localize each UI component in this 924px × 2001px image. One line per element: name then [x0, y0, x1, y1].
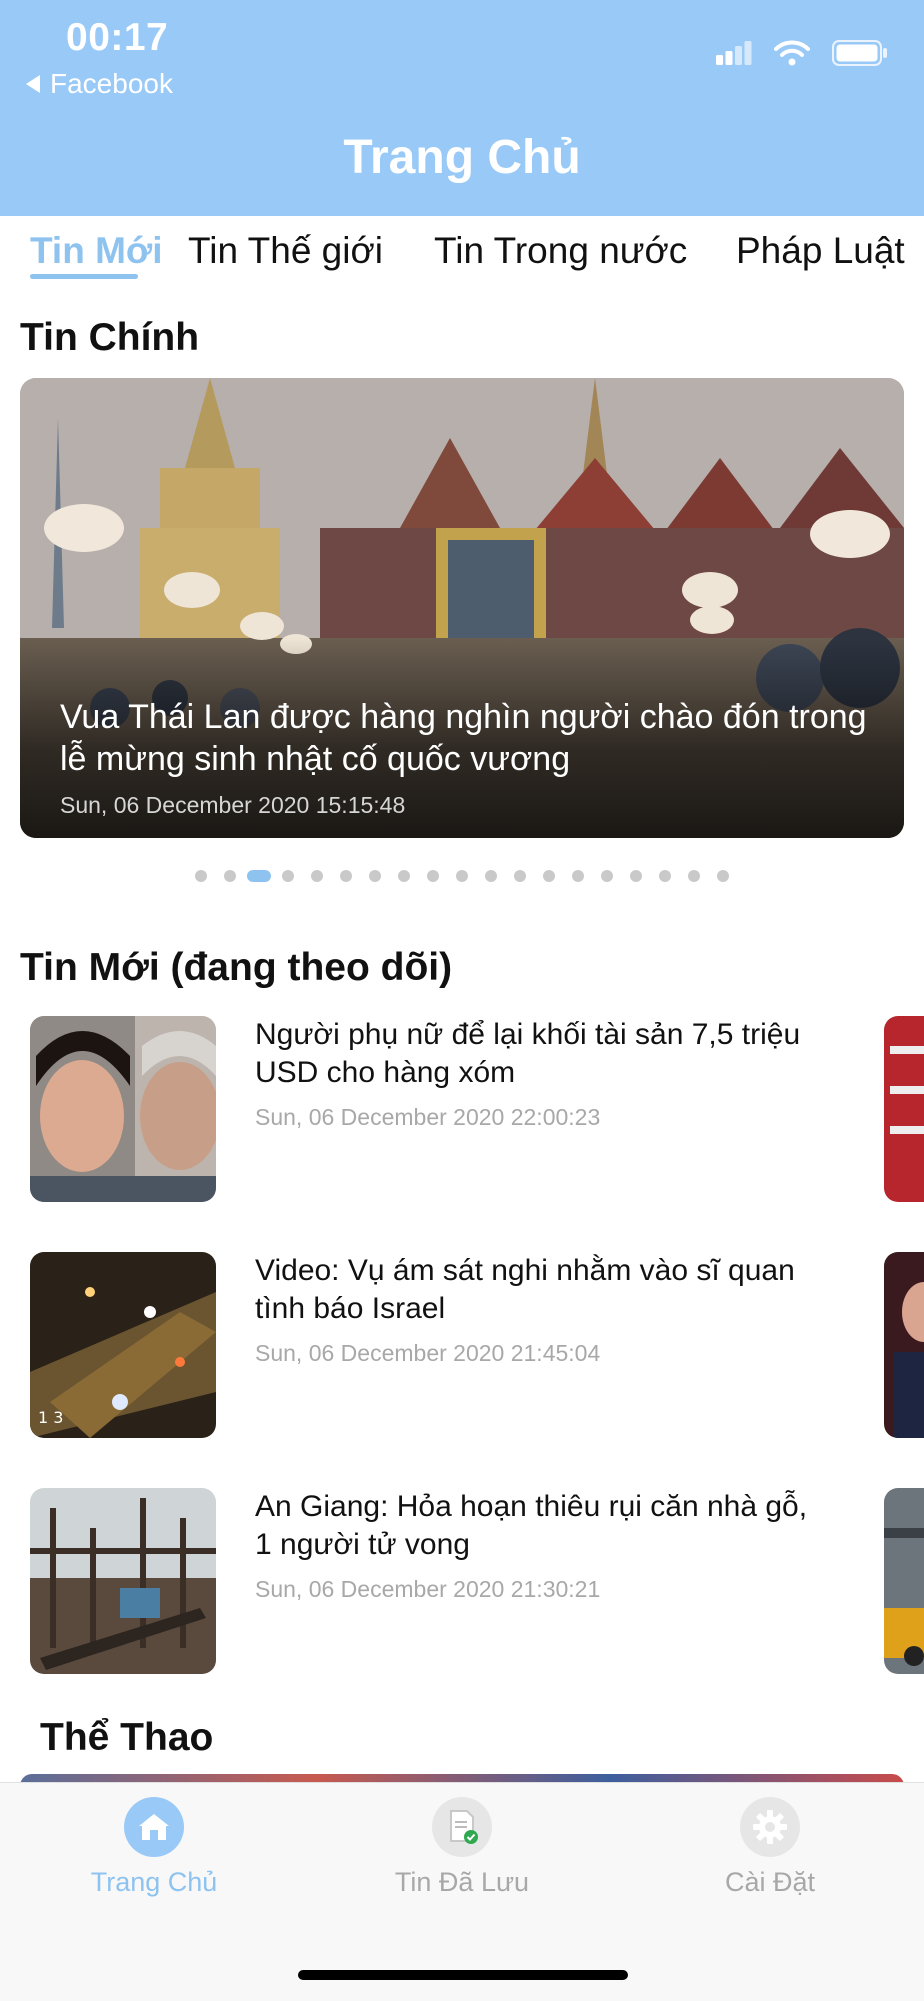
thumbnail-caption: 1 3: [38, 1408, 64, 1427]
featured-section-title: Tin Chính: [20, 316, 200, 359]
back-to-app-link[interactable]: Facebook: [26, 68, 173, 100]
featured-news-date: Sun, 06 December 2020 15:15:48: [60, 792, 406, 818]
side-news-thumbnail[interactable]: [884, 1252, 924, 1438]
gear-icon: [740, 1797, 800, 1857]
news-date: Sun, 06 December 2020 21:45:04: [255, 1340, 601, 1366]
category-tabs: Tin Mới Tin Thế giới Tin Trong nước Pháp…: [0, 216, 924, 284]
wifi-icon: [774, 40, 810, 66]
home-icon: [124, 1797, 184, 1857]
active-tab-indicator: [30, 274, 138, 279]
carousel-dot[interactable]: [369, 870, 381, 882]
carousel-dot[interactable]: [340, 870, 352, 882]
carousel-dot[interactable]: [485, 870, 497, 882]
tab-tin-the-gioi[interactable]: Tin Thế giới: [188, 230, 383, 272]
carousel-dot[interactable]: [282, 870, 294, 882]
status-time: 00:17: [66, 16, 169, 59]
news-list-item[interactable]: Người phụ nữ để lại khối tài sản 7,5 tri…: [30, 1016, 870, 1202]
sports-section-title: Thể Thao: [40, 1716, 214, 1759]
carousel-dot[interactable]: [601, 870, 613, 882]
carousel-dot[interactable]: [630, 870, 642, 882]
carousel-dot[interactable]: [398, 870, 410, 882]
news-thumbnail: [30, 1488, 216, 1674]
carousel-dot-active[interactable]: [247, 870, 271, 882]
following-section-title: Tin Mới (đang theo dõi): [20, 946, 453, 989]
news-list-item[interactable]: An Giang: Hỏa hoạn thiêu rụi căn nhà gỗ,…: [30, 1488, 870, 1674]
carousel-dot[interactable]: [572, 870, 584, 882]
carousel-pagination[interactable]: [0, 870, 924, 884]
tabbar-item-saved[interactable]: Tin Đã Lưu: [308, 1783, 616, 1943]
news-date: Sun, 06 December 2020 21:30:21: [255, 1576, 601, 1602]
tab-tin-moi[interactable]: Tin Mới: [30, 230, 163, 272]
saved-document-icon: [432, 1797, 492, 1857]
status-icons: [716, 40, 888, 66]
featured-news-title: Vua Thái Lan được hàng nghìn người chào …: [60, 698, 867, 778]
news-title: Video: Vụ ám sát nghi nhằm vào sĩ quan t…: [255, 1254, 795, 1325]
tab-tin-trong-nuoc[interactable]: Tin Trong nước: [434, 230, 687, 272]
tabbar-label: Tin Đã Lưu: [394, 1867, 530, 1897]
home-indicator: [298, 1970, 628, 1980]
carousel-dot[interactable]: [659, 870, 671, 882]
header-bar: 00:17 Facebook Trang Chủ: [0, 0, 924, 216]
news-thumbnail: [30, 1016, 216, 1202]
tabbar-label: Trang Chủ: [90, 1867, 218, 1897]
tabbar-label: Cài Đặt: [724, 1867, 816, 1897]
news-date: Sun, 06 December 2020 22:00:23: [255, 1104, 601, 1130]
side-news-thumbnail[interactable]: [884, 1488, 924, 1674]
carousel-dot[interactable]: [456, 870, 468, 882]
featured-news-card[interactable]: Vua Thái Lan được hàng nghìn người chào …: [20, 378, 904, 838]
news-title: An Giang: Hỏa hoạn thiêu rụi căn nhà gỗ,…: [255, 1490, 808, 1561]
news-list-item[interactable]: 1 3 Video: Vụ ám sát nghi nhằm vào sĩ qu…: [30, 1252, 870, 1438]
carousel-dot[interactable]: [688, 870, 700, 882]
bottom-tab-bar: Trang Chủ Tin Đã Lưu Cài Đặt: [0, 1782, 924, 2001]
tabbar-item-home[interactable]: Trang Chủ: [0, 1783, 308, 1943]
back-app-label: Facebook: [50, 68, 173, 99]
carousel-dot[interactable]: [717, 870, 729, 882]
carousel-dot[interactable]: [311, 870, 323, 882]
side-news-thumbnail[interactable]: [884, 1016, 924, 1202]
news-thumbnail: 1 3: [30, 1252, 216, 1438]
carousel-dot[interactable]: [514, 870, 526, 882]
tabbar-item-settings[interactable]: Cài Đặt: [616, 1783, 924, 1943]
battery-icon: [832, 40, 887, 66]
carousel-dot[interactable]: [224, 870, 236, 882]
signal-icon: [716, 41, 752, 65]
tab-phap-luat[interactable]: Pháp Luật: [736, 230, 905, 272]
back-triangle-icon: [26, 75, 40, 93]
carousel-dot[interactable]: [195, 870, 207, 882]
news-title: Người phụ nữ để lại khối tài sản 7,5 tri…: [255, 1018, 801, 1089]
carousel-dot[interactable]: [427, 870, 439, 882]
carousel-dot[interactable]: [543, 870, 555, 882]
page-title: Trang Chủ: [343, 131, 581, 184]
